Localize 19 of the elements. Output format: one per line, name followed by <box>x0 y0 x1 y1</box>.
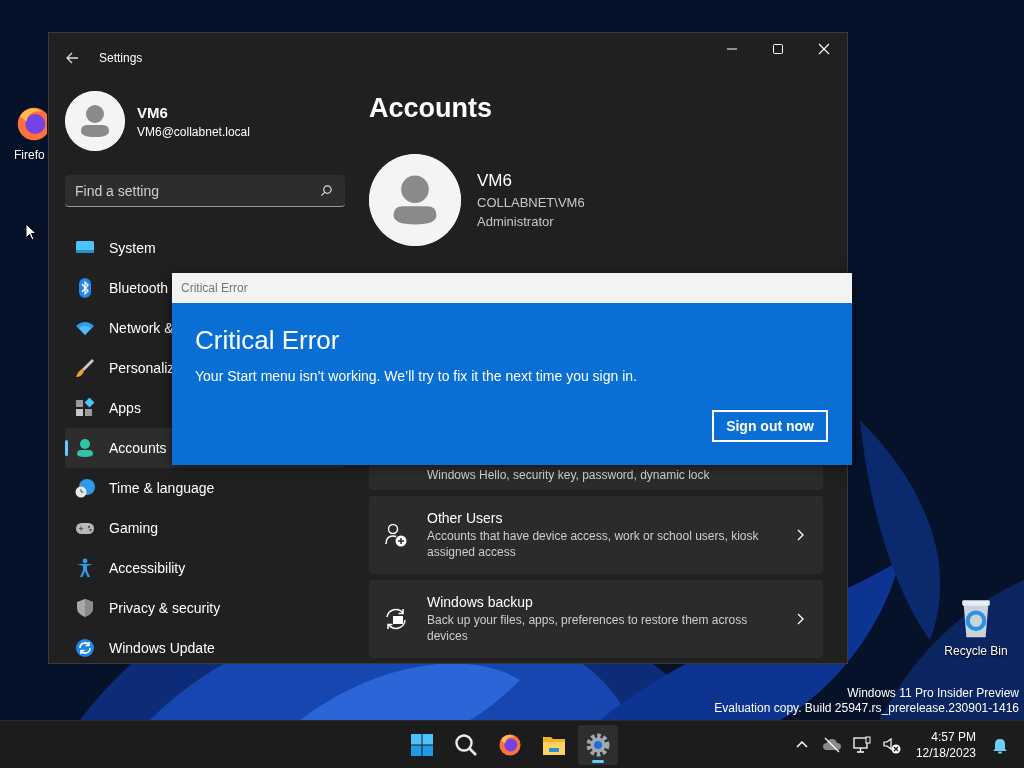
page-title: Accounts <box>369 93 494 124</box>
dialog-message: Your Start menu isn’t working. We’ll try to fix it the next time you sign in. <box>195 368 638 384</box>
card-title: Other Users <box>427 510 504 526</box>
account-role: Administrator <box>477 214 555 229</box>
account-domain: COLLABNET\VM6 <box>477 195 585 210</box>
account-name: VM6 <box>477 171 513 191</box>
clock-date: 12/18/2023 <box>915 744 976 761</box>
card-description: Accounts that have device access, work or school users, kiosk assigned access <box>427 528 760 560</box>
user-name: VM6 <box>137 103 169 121</box>
clock-time: 4:57 PM <box>930 728 976 745</box>
evaluation-notice: Windows 11 Pro Insider Preview <box>846 686 1019 701</box>
dialog-heading: Critical Error <box>195 325 341 356</box>
card-description: Back up your files, apps, preferences to restore them across devices <box>427 612 749 644</box>
card-description: Windows Hello, security key, password, dynamic lock <box>427 467 711 483</box>
window-title: Settings <box>99 51 143 65</box>
dialog-title: Critical Error <box>172 273 852 303</box>
evaluation-notice: Evaluation copy. Build 25947.rs_prerelease.230901-1416 <box>714 701 1019 716</box>
card-title: Windows backup <box>427 594 534 610</box>
user-email: VM6@collabnet.local <box>137 124 250 139</box>
